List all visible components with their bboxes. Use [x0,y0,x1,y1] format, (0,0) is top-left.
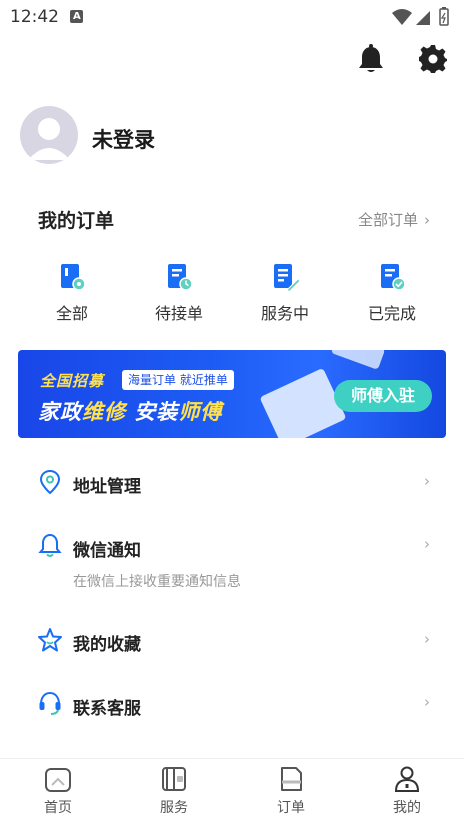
banner-decoration [259,367,347,438]
order-tab-label: 待接单 [154,304,203,323]
banner-subline: 家政维修 安装师傅 [38,396,222,426]
menu-title: 微信通知 [73,541,141,561]
all-orders-icon [61,264,86,291]
in-service-icon [274,264,300,292]
all-orders-label: 全部订单 [357,211,418,229]
banner-tag: 海量订单 就近推单 [122,370,234,390]
banner-decoration [330,350,386,370]
all-orders-link[interactable]: 全部订单 › [358,209,430,230]
nav-home[interactable]: 首页 [18,765,98,817]
chevron-right-icon: › [424,210,430,229]
completed-icon [381,264,406,291]
a-badge-icon: A [70,10,83,23]
nav-label: 订单 [277,800,305,816]
order-tab-pending[interactable]: 待接单 [139,262,219,324]
banner-subline-part: 维修 [82,400,126,424]
menu-title: 地址管理 [73,477,141,497]
headset-icon [39,691,61,715]
order-tab-in-service[interactable]: 服务中 [245,262,325,324]
menu-subtitle: 在微信上接收重要通知信息 [73,574,241,590]
nav-service[interactable]: 服务 [134,765,214,817]
chevron-right-icon: › [424,693,430,711]
nav-orders[interactable]: 订单 [251,765,331,817]
menu-title: 我的收藏 [73,635,141,655]
home-icon [45,768,71,792]
nav-mine[interactable]: 我的 [367,765,447,817]
status-bar: 12:42 A [0,0,464,34]
location-pin-icon [39,469,61,495]
recruit-banner[interactable]: 全国招募 海量订单 就近推单 家政维修 安装师傅 师傅入驻 [18,350,446,438]
order-tab-label: 服务中 [260,304,309,323]
menu-item-favorites[interactable]: 我的收藏 › [0,622,464,662]
bell-outline-icon [38,533,62,557]
menu-item-wechat-notify[interactable]: 微信通知 在微信上接收重要通知信息 › [0,528,464,594]
banner-subline-part: 安装 [126,400,179,424]
menu-title: 联系客服 [73,699,141,719]
orders-title: 我的订单 [38,210,115,232]
gear-icon[interactable] [418,44,448,74]
chevron-right-icon: › [424,472,430,490]
bottom-nav: 首页 服务 订单 我的 [0,758,464,824]
pending-icon [168,264,193,291]
avatar[interactable] [20,106,78,164]
banner-subline-part: 家政 [38,400,82,424]
nav-label: 首页 [44,800,72,816]
service-icon [162,767,186,791]
status-time: 12:42 [10,7,59,27]
order-tab-all[interactable]: 全部 [32,262,112,324]
person-icon [394,766,420,792]
status-icons [392,7,449,26]
join-button[interactable]: 师傅入驻 [334,380,432,412]
nav-label: 服务 [160,800,188,816]
order-tab-label: 已完成 [367,304,416,323]
menu-item-customer-service[interactable]: 联系客服 › [0,686,464,726]
bell-icon[interactable] [357,44,385,74]
order-tab-label: 全部 [55,304,88,323]
banner-subline-part: 师傅 [178,400,223,424]
nav-label: 我的 [393,800,421,816]
order-tab-completed[interactable]: 已完成 [352,262,432,324]
chevron-right-icon: › [424,630,430,648]
profile-name[interactable]: 未登录 [92,124,155,154]
banner-headline: 全国招募 [40,372,105,390]
chevron-right-icon: › [424,535,430,553]
orders-icon [281,767,302,791]
menu-item-address[interactable]: 地址管理 › [0,464,464,504]
star-icon [38,628,62,652]
